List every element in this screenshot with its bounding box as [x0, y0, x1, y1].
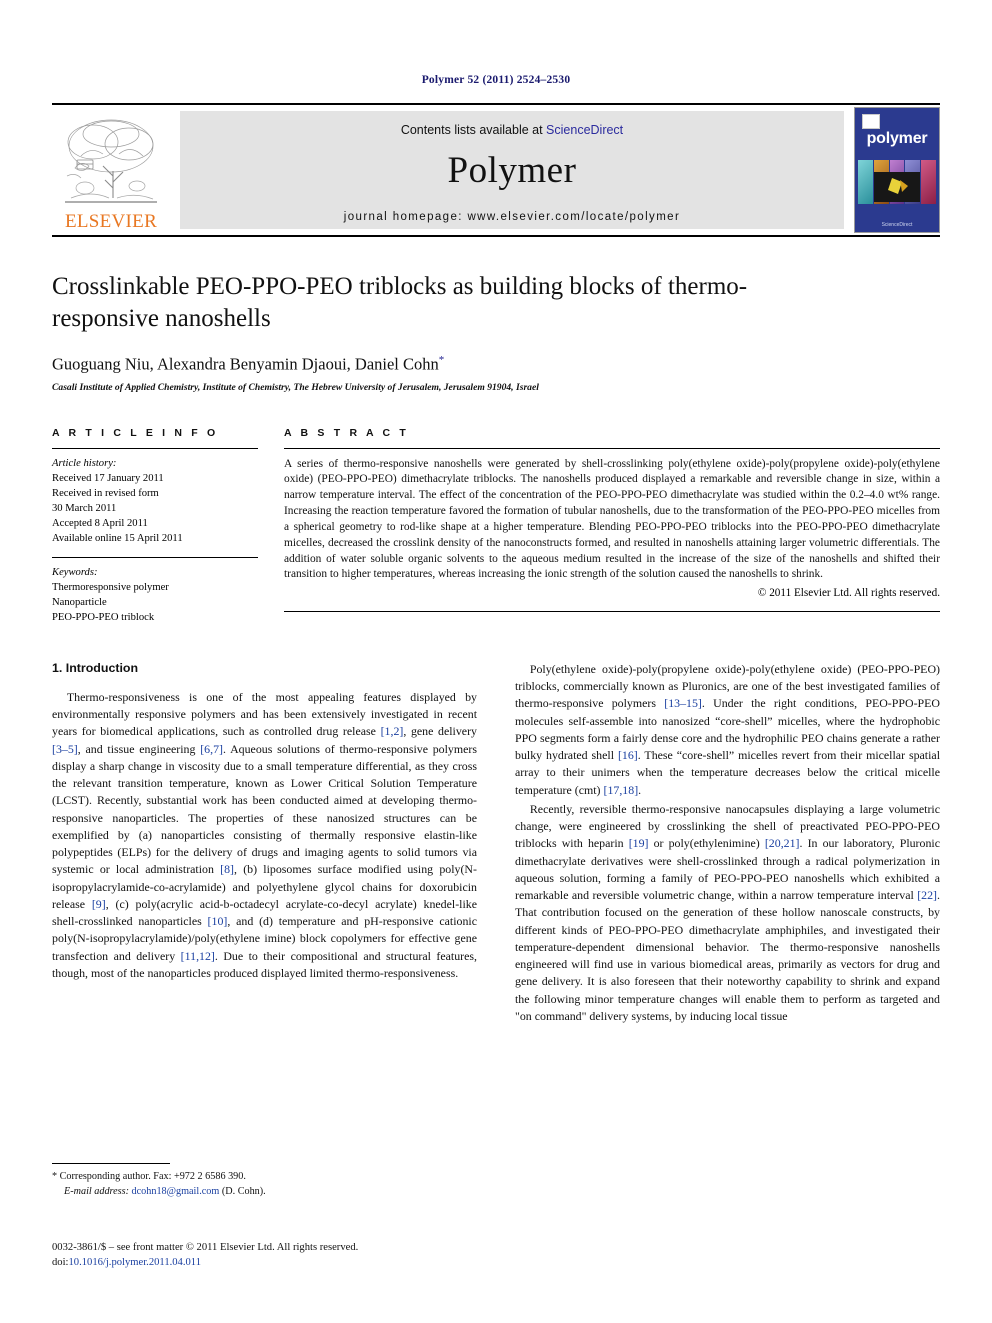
intro-paragraph-right-2: Recently, reversible thermo-responsive n… — [515, 801, 940, 1023]
doi-label: doi: — [52, 1257, 69, 1269]
info-abstract-section: A R T I C L E I N F O Article history: R… — [52, 427, 940, 625]
citation-ref[interactable]: [1,2] — [381, 724, 404, 738]
email-label: E-mail address: — [64, 1186, 129, 1198]
contents-prefix-text: Contents lists available at — [400, 123, 547, 137]
keywords-block: Keywords: Thermoresponsive polymer Nanop… — [52, 565, 258, 625]
cover-publisher-mark-icon — [862, 114, 880, 129]
abstract-column: A B S T R A C T A series of thermo-respo… — [284, 427, 940, 625]
keywords-label: Keywords: — [52, 566, 98, 578]
citation-ref[interactable]: [19] — [629, 836, 649, 850]
email-link[interactable]: dcohn18@gmail.com — [132, 1186, 220, 1197]
intro-paragraph-right-1: Poly(ethylene oxide)-poly(propylene oxid… — [515, 661, 940, 797]
corresponding-author-marker: * — [438, 354, 445, 366]
author-list: Guoguang Niu, Alexandra Benyamin Djaoui,… — [52, 354, 940, 375]
body-right-column: Poly(ethylene oxide)-poly(propylene oxid… — [515, 661, 940, 1025]
citation-ref[interactable]: [11,12] — [181, 949, 215, 963]
journal-article-page: Polymer 52 (2011) 2524–2530 ELSEVIER Con… — [0, 0, 992, 1323]
citation-ref[interactable]: [16] — [618, 748, 638, 762]
article-history-block: Article history: Received 17 January 201… — [52, 456, 258, 546]
footnote-block: * Corresponding author. Fax: +972 2 6586… — [52, 1163, 444, 1200]
citation-ref[interactable]: [9] — [92, 897, 106, 911]
citation-ref[interactable]: [10] — [208, 914, 228, 928]
article-info-rule — [52, 447, 258, 449]
author-names: Guoguang Niu, Alexandra Benyamin Djaoui,… — [52, 354, 439, 374]
keyword-1: Nanoparticle — [52, 596, 107, 608]
elsevier-wordmark: ELSEVIER — [64, 211, 158, 232]
cover-footer-text: ScienceDirect — [881, 222, 913, 228]
contents-available-line: Contents lists available at ScienceDirec… — [401, 123, 623, 137]
front-matter-line: 0032-3861/$ – see front matter © 2011 El… — [52, 1242, 359, 1253]
abstract-copyright: © 2011 Elsevier Ltd. All rights reserved… — [757, 587, 940, 600]
history-item-3: Accepted 8 April 2011 — [52, 517, 148, 529]
journal-masthead: ELSEVIER Contents lists available at Sci… — [52, 103, 940, 235]
abstract-bottom-rule — [284, 611, 940, 613]
email-owner: (D. Cohn). — [221, 1186, 266, 1198]
journal-title: Polymer — [447, 150, 577, 191]
article-info-separator — [52, 556, 258, 558]
article-body: 1. Introduction Thermo-responsiveness is… — [52, 661, 940, 1025]
citation-ref[interactable]: [13–15] — [664, 696, 702, 710]
section-heading-introduction: 1. Introduction — [52, 660, 139, 675]
journal-homepage-link[interactable]: journal homepage: www.elsevier.com/locat… — [344, 211, 680, 223]
elsevier-logo: ELSEVIER — [52, 105, 170, 235]
abstract-text: A series of thermo-responsive nanoshells… — [284, 457, 940, 581]
article-history-label: Article history: — [52, 457, 117, 469]
email-note: E-mail address: dcohn18@gmail.com (D. Co… — [52, 1184, 444, 1199]
citation-ref[interactable]: [3–5] — [52, 742, 78, 756]
history-item-1: Received in revised form — [52, 487, 159, 499]
doi-line: doi:10.1016/j.polymer.2011.04.011 — [52, 1255, 552, 1270]
journal-cover-thumbnail[interactable]: polymer ScienceDirect — [854, 107, 940, 233]
running-head: Polymer 52 (2011) 2524–2530 — [421, 74, 571, 86]
citation-ref[interactable]: [20,21] — [765, 836, 800, 850]
title-block: Crosslinkable PEO-PPO-PEO triblocks as b… — [52, 271, 940, 393]
keyword-2: PEO-PPO-PEO triblock — [52, 611, 155, 623]
corresponding-author-note: * Corresponding author. Fax: +972 2 6586… — [52, 1171, 246, 1182]
doi-link[interactable]: 10.1016/j.polymer.2011.04.011 — [68, 1257, 201, 1268]
abstract-rule — [284, 447, 940, 449]
citation-ref[interactable]: [8] — [220, 862, 234, 876]
page-title: Crosslinkable PEO-PPO-PEO triblocks as b… — [52, 273, 748, 332]
citation-ref[interactable]: [22] — [917, 888, 937, 902]
journal-banner: Contents lists available at ScienceDirec… — [180, 111, 844, 229]
elsevier-tree-icon — [61, 116, 161, 211]
body-left-column: 1. Introduction Thermo-responsiveness is… — [52, 661, 477, 1025]
citation-ref[interactable]: [6,7] — [200, 742, 223, 756]
citation-ref[interactable]: [17,18] — [603, 783, 638, 797]
affiliation: Casali Institute of Applied Chemistry, I… — [52, 381, 539, 393]
history-item-0: Received 17 January 2011 — [52, 472, 164, 484]
keyword-0: Thermoresponsive polymer — [52, 581, 169, 593]
history-item-4: Available online 15 April 2011 — [52, 532, 183, 544]
abstract-heading: A B S T R A C T — [284, 426, 409, 439]
cover-title-text: polymer — [866, 130, 928, 147]
history-item-2: 30 March 2011 — [52, 502, 117, 514]
sciencedirect-link[interactable]: ScienceDirect — [546, 123, 623, 137]
imprint-block: 0032-3861/$ – see front matter © 2011 El… — [52, 1240, 552, 1271]
intro-paragraph-left-1: Thermo-responsiveness is one of the most… — [52, 689, 478, 980]
cover-micrograph-image — [874, 172, 920, 202]
article-info-column: A R T I C L E I N F O Article history: R… — [52, 427, 284, 625]
footnote-rule — [52, 1163, 170, 1164]
masthead-bottom-rule — [52, 235, 940, 237]
article-info-heading: A R T I C L E I N F O — [52, 426, 219, 439]
